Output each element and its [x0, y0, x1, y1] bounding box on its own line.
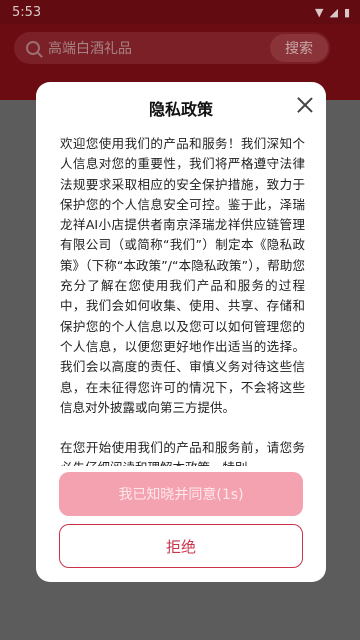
dialog-title: 隐私政策	[148, 100, 213, 119]
signal-icon: ◢	[329, 5, 338, 19]
policy-body[interactable]: 欢迎您使用我们的产品和服务！我们深知个人信息对您的重要性，我们将严格遵守法律法规…	[60, 134, 305, 466]
status-icons: ▼ ◢ ▮	[315, 6, 350, 19]
search-input[interactable]: 高端白酒礼品	[48, 38, 132, 58]
reject-button[interactable]: 拒绝	[59, 524, 303, 568]
search-button[interactable]: 搜索	[270, 34, 328, 62]
agree-button[interactable]: 我已知晓并同意(1s)	[59, 472, 303, 516]
status-time: 5:53	[12, 4, 42, 20]
search-bar[interactable]: 高端白酒礼品 搜索	[14, 32, 330, 64]
close-icon[interactable]	[296, 96, 314, 114]
header: 高端白酒礼品 搜索	[0, 24, 360, 76]
policy-paragraph: 欢迎您使用我们的产品和服务！我们深知个人信息对您的重要性，我们将严格遵守法律法规…	[60, 136, 305, 415]
battery-icon: ▮	[343, 5, 350, 19]
search-icon	[26, 41, 40, 55]
privacy-dialog: 隐私政策 欢迎您使用我们的产品和服务！我们深知个人信息对您的重要性，我们将严格遵…	[36, 82, 326, 582]
wifi-icon: ▼	[315, 5, 324, 19]
status-bar: 5:53 ▼ ◢ ▮	[0, 0, 360, 24]
policy-paragraph: 在您开始使用我们的产品和服务前，请您务必先仔细阅读和理解本政策，特别	[60, 440, 305, 466]
